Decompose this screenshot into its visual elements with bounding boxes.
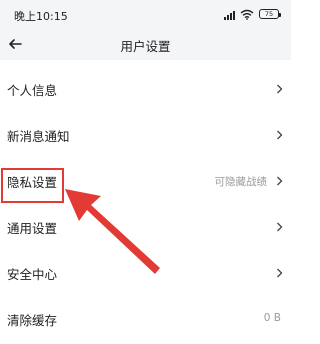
signal-icon xyxy=(224,9,235,20)
battery-icon: 75 xyxy=(259,9,281,19)
battery-level: 75 xyxy=(264,9,274,18)
settings-row-label: 个人信息 xyxy=(7,83,58,98)
settings-row-personal-info[interactable]: 个人信息 xyxy=(0,68,291,114)
status-icons: 75 xyxy=(224,7,281,21)
chevron-right-icon xyxy=(277,222,283,232)
settings-row-label: 新消息通知 xyxy=(7,129,70,144)
chevron-right-icon xyxy=(277,84,283,94)
settings-row-label: 清除缓存 xyxy=(7,313,58,328)
chevron-right-icon xyxy=(277,130,283,140)
settings-row-value: 可隐藏战绩 xyxy=(214,176,268,188)
settings-row-label: 通用设置 xyxy=(7,221,58,236)
settings-row-general[interactable]: 通用设置 xyxy=(0,206,291,252)
cache-size-value: 0 B xyxy=(263,312,281,324)
wifi-icon xyxy=(240,9,254,20)
chevron-right-icon xyxy=(277,176,283,186)
page-title: 用户设置 xyxy=(120,39,171,54)
settings-row-notifications[interactable]: 新消息通知 xyxy=(0,114,291,160)
settings-row-clear-cache[interactable]: 清除缓存 0 B xyxy=(0,298,291,344)
settings-list: 个人信息 新消息通知 隐私设置 可隐藏战绩 通用设置 安全中心 清除缓存 0 B xyxy=(0,68,291,344)
status-time: 晚上10:15 xyxy=(14,10,68,23)
settings-row-label: 安全中心 xyxy=(7,267,58,282)
header-bar: 用户设置 xyxy=(0,30,291,60)
settings-row-security-center[interactable]: 安全中心 xyxy=(0,252,291,298)
highlight-box xyxy=(1,168,64,203)
status-bar: 晚上10:15 75 xyxy=(0,0,291,30)
chevron-right-icon xyxy=(277,268,283,278)
